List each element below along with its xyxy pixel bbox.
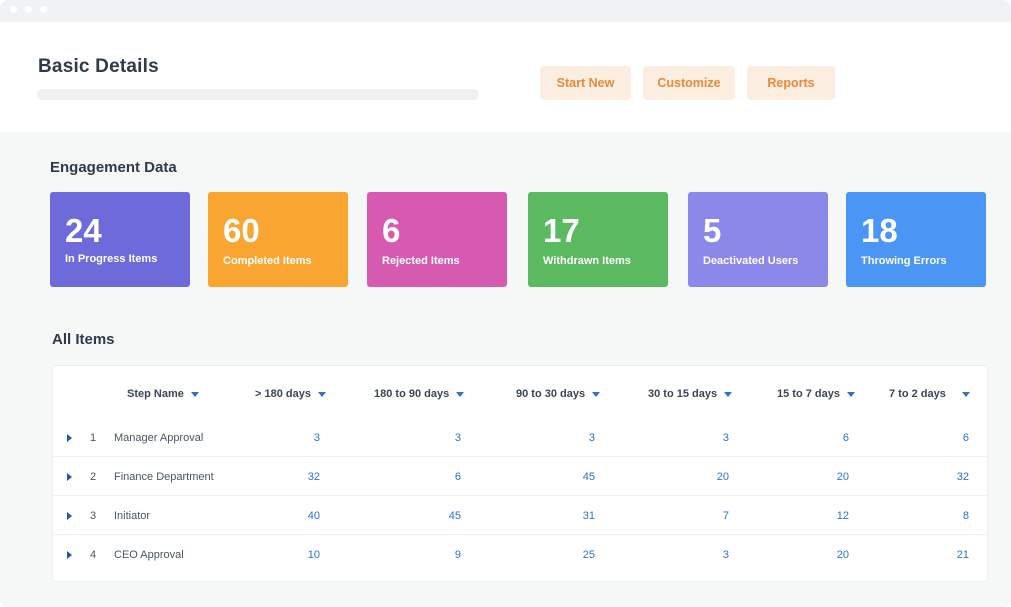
sort-caret-icon[interactable] [846, 391, 855, 397]
customize-button[interactable]: Customize [643, 66, 735, 100]
col-header-label: 7 to 2 days [889, 388, 946, 400]
page-header: Basic Details Start New Customize Report… [0, 22, 1011, 132]
col-header-label: 180 to 90 days [374, 388, 450, 400]
step-name-cell: Manager Approval [114, 432, 204, 444]
count-cell[interactable]: 45 [401, 510, 461, 522]
stat-label: Deactivated Users [703, 255, 799, 267]
stat-value: 5 [703, 212, 722, 249]
col-header-label: 15 to 7 days [777, 388, 840, 400]
step-name-cell: Initiator [114, 510, 151, 522]
count-cell[interactable]: 21 [909, 549, 969, 561]
stat-value: 18 [861, 212, 898, 249]
app-window: Basic Details Start New Customize Report… [0, 0, 1011, 607]
row-index: 2 [90, 471, 97, 483]
count-cell[interactable]: 6 [401, 471, 461, 483]
count-cell[interactable]: 25 [535, 549, 595, 561]
col-header-label: 30 to 15 days [648, 388, 718, 400]
col-header-180-90[interactable]: 180 to 90 days [374, 388, 465, 400]
expand-caret-icon[interactable] [67, 551, 72, 559]
stat-card-errors[interactable]: 18 Throwing Errors [846, 192, 986, 287]
window-dot-close[interactable] [10, 6, 17, 13]
col-header-15-7[interactable]: 15 to 7 days [777, 388, 855, 400]
count-cell[interactable]: 20 [789, 471, 849, 483]
table-row[interactable]: 4 CEO Approval 10 9 25 3 20 21 [53, 534, 987, 573]
expand-caret-icon[interactable] [67, 434, 72, 442]
stat-label: Completed Items [223, 255, 312, 267]
stat-card-in-progress[interactable]: 24 In Progress Items [50, 192, 190, 287]
table-row[interactable]: 1 Manager Approval 3 3 3 3 6 6 [53, 418, 987, 457]
count-cell[interactable]: 6 [909, 432, 969, 444]
sort-caret-icon[interactable] [190, 391, 199, 397]
all-items-title: All Items [52, 331, 115, 348]
count-cell[interactable]: 3 [401, 432, 461, 444]
count-cell[interactable]: 8 [909, 510, 969, 522]
window-dot-maximize[interactable] [40, 6, 47, 13]
expand-caret-icon[interactable] [67, 512, 72, 520]
count-cell[interactable]: 3 [669, 549, 729, 561]
sort-caret-icon[interactable] [961, 391, 970, 397]
table-row[interactable]: 3 Initiator 40 45 31 7 12 8 [53, 495, 987, 534]
stat-value: 60 [223, 212, 260, 249]
count-cell[interactable]: 32 [909, 471, 969, 483]
col-header-label: > 180 days [255, 388, 311, 400]
col-header-label: Step Name [127, 388, 184, 400]
count-cell[interactable]: 3 [669, 432, 729, 444]
start-new-button[interactable]: Start New [540, 66, 631, 100]
count-cell[interactable]: 3 [535, 432, 595, 444]
col-header-label: 90 to 30 days [516, 388, 586, 400]
count-cell[interactable]: 9 [401, 549, 461, 561]
count-cell[interactable]: 7 [669, 510, 729, 522]
step-name-cell: CEO Approval [114, 549, 184, 561]
row-index: 4 [90, 549, 97, 561]
col-header-30-15[interactable]: 30 to 15 days [648, 388, 733, 400]
window-titlebar [0, 0, 1011, 22]
count-cell[interactable]: 32 [260, 471, 320, 483]
sort-caret-icon[interactable] [317, 391, 326, 397]
count-cell[interactable]: 31 [535, 510, 595, 522]
stat-card-deactivated[interactable]: 5 Deactivated Users [688, 192, 828, 287]
count-cell[interactable]: 6 [789, 432, 849, 444]
row-index: 1 [90, 432, 97, 444]
count-cell[interactable]: 40 [260, 510, 320, 522]
stat-value: 24 [65, 212, 102, 249]
stat-label: In Progress Items [65, 253, 158, 265]
table-row[interactable]: 2 Finance Department 32 6 45 20 20 32 [53, 456, 987, 495]
count-cell[interactable]: 20 [789, 549, 849, 561]
col-header-180-plus[interactable]: > 180 days [255, 388, 326, 400]
count-cell[interactable]: 10 [260, 549, 320, 561]
stat-label: Throwing Errors [861, 255, 947, 267]
stat-value: 6 [382, 212, 401, 249]
items-table: Step Name > 180 days 180 to 90 days 90 t… [52, 365, 988, 582]
window-dot-minimize[interactable] [25, 6, 32, 13]
row-index: 3 [90, 510, 97, 522]
sort-caret-icon[interactable] [724, 391, 733, 397]
sort-caret-icon[interactable] [592, 391, 601, 397]
step-name-cell: Finance Department [114, 471, 214, 483]
col-header-step-name[interactable]: Step Name [127, 388, 199, 400]
expand-caret-icon[interactable] [67, 473, 72, 481]
col-header-90-30[interactable]: 90 to 30 days [516, 388, 601, 400]
count-cell[interactable]: 3 [260, 432, 320, 444]
count-cell[interactable]: 45 [535, 471, 595, 483]
engagement-title: Engagement Data [50, 159, 177, 176]
stat-card-rejected[interactable]: 6 Rejected Items [367, 192, 507, 287]
col-header-7-2[interactable]: 7 to 2 days [889, 388, 970, 400]
sort-caret-icon[interactable] [456, 391, 465, 397]
count-cell[interactable]: 20 [669, 471, 729, 483]
stat-value: 17 [543, 212, 580, 249]
stat-label: Rejected Items [382, 255, 460, 267]
title-placeholder-bar [37, 89, 479, 100]
count-cell[interactable]: 12 [789, 510, 849, 522]
stat-card-withdrawn[interactable]: 17 Withdrawn Items [528, 192, 668, 287]
page-title: Basic Details [38, 56, 159, 77]
stat-label: Withdrawn Items [543, 255, 631, 267]
stat-card-completed[interactable]: 60 Completed Items [208, 192, 348, 287]
reports-button[interactable]: Reports [747, 66, 835, 100]
